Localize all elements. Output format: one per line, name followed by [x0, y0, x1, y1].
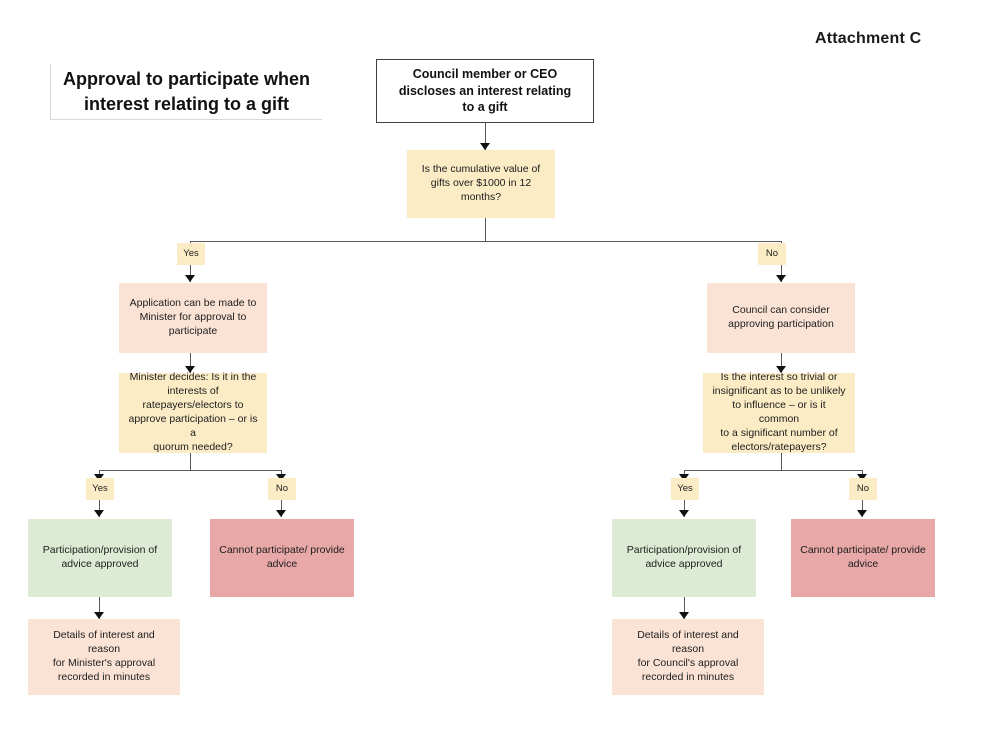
node-right-participation-approved: Participation/provision of advice approv…	[612, 519, 756, 597]
arrowhead-council-consider	[776, 275, 786, 282]
label-left-no: No	[268, 478, 296, 500]
node-left-participation-approved: Participation/provision of advice approv…	[28, 519, 172, 597]
node-council-can-consider: Council can consider approving participa…	[707, 283, 855, 353]
label-top-yes: Yes	[177, 243, 205, 265]
connector-left-split-bar	[99, 470, 281, 471]
arrowhead-application-minister	[185, 275, 195, 282]
arrowhead-right-approved	[679, 510, 689, 517]
arrowhead-right-record	[679, 612, 689, 619]
node-application-to-minister: Application can be made to Minister for …	[119, 283, 267, 353]
arrowhead-right-denied	[857, 510, 867, 517]
node-decision-trivial-interest: Is the interest so trivial or insignific…	[703, 371, 855, 453]
arrowhead-decision-value	[480, 143, 490, 150]
arrowhead-left-denied	[276, 510, 286, 517]
node-start: Council member or CEO discloses an inter…	[376, 59, 594, 123]
label-left-yes: Yes	[86, 478, 114, 500]
label-right-no: No	[849, 478, 877, 500]
connector-right-split-bar	[684, 470, 862, 471]
connector-right-decision-down	[781, 453, 782, 471]
node-decision-gift-value: Is the cumulative value of gifts over $1…	[407, 150, 555, 218]
label-right-yes: Yes	[671, 478, 699, 500]
arrowhead-left-record	[94, 612, 104, 619]
connector-decision-value-down	[485, 218, 486, 242]
node-decision-minister: Minister decides: Is it in the interests…	[119, 371, 267, 453]
node-right-record-minutes: Details of interest and reason for Counc…	[612, 619, 764, 695]
label-top-no: No	[758, 243, 786, 265]
page-title: Approval to participate when interest re…	[50, 64, 322, 120]
attachment-label: Attachment C	[815, 30, 922, 47]
connector-top-split-bar	[190, 241, 781, 242]
node-left-cannot-participate: Cannot participate/ provide advice	[210, 519, 354, 597]
node-right-cannot-participate: Cannot participate/ provide advice	[791, 519, 935, 597]
flowchart-page: Attachment C Approval to participate whe…	[0, 0, 1000, 738]
arrowhead-left-approved	[94, 510, 104, 517]
connector-left-decision-down	[190, 453, 191, 471]
node-left-record-minutes: Details of interest and reason for Minis…	[28, 619, 180, 695]
